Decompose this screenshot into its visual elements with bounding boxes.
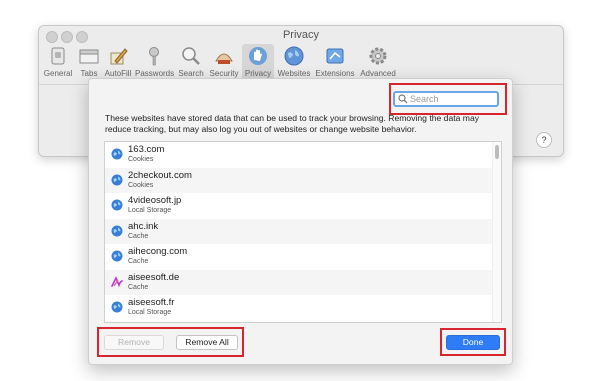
globe-icon: [111, 301, 123, 313]
general-icon: [51, 47, 65, 65]
passwords-icon: [149, 47, 159, 66]
website-name: ahc.ink: [128, 220, 159, 232]
autofill-icon: [110, 48, 128, 65]
remove-all-button[interactable]: Remove All: [176, 335, 238, 350]
globe-icon: [111, 148, 123, 160]
search-icon: [182, 47, 200, 65]
advanced-icon: [369, 47, 387, 65]
remove-button[interactable]: Remove: [104, 335, 164, 350]
aiseesoft-logo-icon: [111, 275, 123, 287]
website-data-sheet: These websites have stored data that can…: [88, 78, 513, 365]
websites-icon: [284, 46, 304, 66]
privacy-icon: [249, 47, 267, 65]
website-data-kind: Cookies: [128, 156, 154, 163]
toolbar-item-label: Advanced: [360, 69, 396, 78]
description-text: These websites have stored data that can…: [105, 113, 480, 134]
list-scrollbar[interactable]: [492, 142, 501, 322]
website-row[interactable]: ahc.ink Cache: [105, 218, 493, 244]
website-data-kind: Local Storage: [128, 207, 172, 214]
toolbar-item-label: Websites: [277, 69, 311, 78]
toolbar-item-label: Search: [178, 69, 204, 78]
globe-icon: [111, 174, 123, 185]
toolbar-item-general[interactable]: General: [43, 44, 73, 84]
tabs-icon: [79, 49, 99, 64]
toolbar-item-label: Security: [209, 69, 239, 78]
website-data-kind: Cache: [128, 232, 149, 240]
window-title: Privacy: [282, 29, 320, 41]
toolbar-item-label: Privacy: [244, 69, 272, 78]
globe-icon: [111, 225, 123, 236]
website-data-kind: Cookies: [128, 181, 154, 189]
website-name: aiseesoft.fr: [128, 297, 175, 308]
website-name: 163.com: [128, 144, 165, 155]
website-data-kind: Local Storage: [128, 309, 172, 316]
search-field[interactable]: [393, 91, 499, 107]
security-icon: [215, 53, 233, 64]
toolbar-item-label: Extensions: [315, 69, 355, 78]
website-name: aiseesoft.de: [128, 271, 180, 283]
website-row[interactable]: 163.com Cookies: [105, 142, 493, 168]
globe-icon: [111, 199, 123, 211]
toolbar-item-label: Passwords: [135, 69, 175, 78]
website-name: aihecong.com: [128, 246, 188, 257]
magnifier-icon: [398, 94, 408, 104]
scroll-thumb[interactable]: [495, 145, 499, 159]
toolbar-item-label: General: [43, 69, 73, 78]
website-row[interactable]: 4videosoft.jp Local Storage: [105, 193, 493, 219]
website-data-kind: Cache: [128, 258, 149, 265]
title-bar: Privacy: [39, 26, 563, 46]
search-input[interactable]: [410, 93, 496, 105]
website-name: 2checkout.com: [128, 169, 192, 181]
website-row[interactable]: aiseesoft.de Cache: [105, 269, 493, 295]
done-button[interactable]: Done: [446, 335, 500, 350]
extensions-icon: [326, 48, 344, 64]
website-name: 4videosoft.jp: [128, 195, 182, 206]
website-row[interactable]: aiseesoft.fr Local Storage: [105, 295, 493, 321]
toolbar-item-label: AutoFill: [104, 69, 132, 78]
help-button[interactable]: ?: [536, 132, 552, 148]
website-list[interactable]: 163.com Cookies 2checkout.com Cookies 4v…: [104, 141, 502, 323]
website-data-kind: Cache: [128, 283, 149, 291]
toolbar-item-label: Tabs: [80, 69, 98, 78]
globe-icon: [111, 250, 123, 262]
website-row[interactable]: aihecong.com Cache: [105, 244, 493, 270]
website-row[interactable]: 2checkout.com Cookies: [105, 167, 493, 193]
